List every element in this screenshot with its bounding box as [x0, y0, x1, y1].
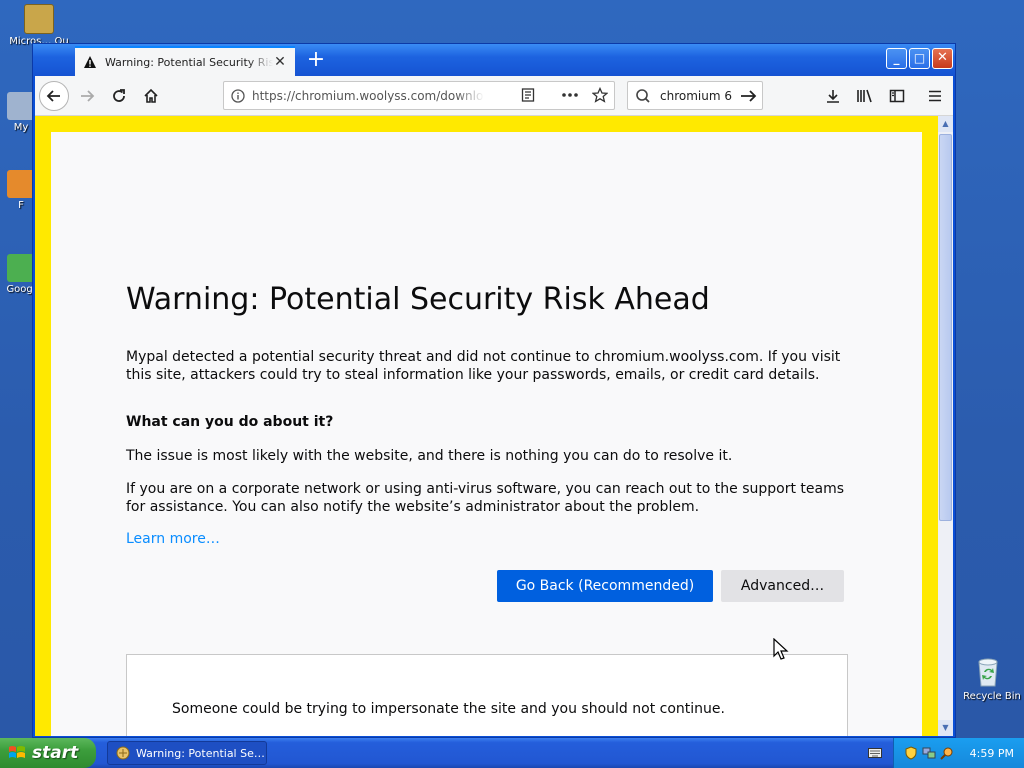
scroll-up-icon[interactable]: ▲ — [938, 116, 953, 132]
new-tab-button[interactable]: + — [303, 48, 329, 74]
desktop-icon-outlook[interactable]: Micros… Ou — [4, 4, 74, 47]
back-button[interactable] — [39, 81, 69, 111]
reader-view-icon[interactable] — [520, 87, 536, 103]
app-icon — [7, 170, 35, 198]
corporate-text: If you are on a corporate network or usi… — [126, 481, 845, 515]
url-text[interactable]: https://chromium.woolyss.com/download/ — [252, 89, 484, 103]
advanced-text: Someone could be trying to impersonate t… — [172, 701, 725, 717]
clock: 4:59 PM — [969, 746, 1014, 760]
page-viewport: Warning: Potential Security Risk Ahead M… — [35, 116, 938, 736]
desktop-icon-label: My — [13, 122, 29, 133]
what-heading: What can you do about it? — [126, 414, 334, 430]
arrow-left-icon — [46, 90, 60, 102]
navigation-toolbar: https://chromium.woolyss.com/download/ c… — [35, 76, 953, 116]
outlook-icon — [24, 4, 54, 34]
issue-text: The issue is most likely with the websit… — [126, 448, 733, 464]
error-card: Warning: Potential Security Risk Ahead M… — [51, 132, 922, 736]
desktop-icon-label: F — [18, 200, 24, 211]
library-button[interactable] — [851, 82, 879, 110]
search-input[interactable]: chromium 6 — [656, 89, 736, 103]
vertical-scrollbar[interactable]: ▲ ▼ — [938, 116, 953, 736]
forward-button[interactable] — [73, 82, 101, 110]
menu-button[interactable] — [921, 82, 949, 110]
advanced-panel: Someone could be trying to impersonate t… — [126, 654, 848, 736]
reload-button[interactable] — [105, 82, 133, 110]
tab-active[interactable]: Warning: Potential Security Risk Ahead ✕ — [75, 46, 295, 76]
arrow-right-icon — [81, 90, 95, 102]
desktop-icon-recycle-bin[interactable]: Recycle Bin — [952, 656, 1024, 702]
browser-app-icon — [116, 746, 130, 760]
keyboard-icon[interactable] — [868, 747, 882, 759]
magnifier-tray-icon[interactable] — [940, 746, 954, 760]
taskbar: start Warning: Potential Se… 4:59 PM — [0, 738, 1024, 768]
search-icon — [636, 88, 650, 103]
scrollbar-thumb[interactable] — [939, 134, 952, 521]
sidebar-button[interactable] — [883, 82, 911, 110]
scroll-down-icon[interactable]: ▼ — [938, 720, 953, 736]
maximize-button[interactable]: □ — [909, 48, 930, 69]
start-label: start — [32, 743, 79, 763]
minimize-button[interactable]: _ — [886, 48, 907, 69]
home-icon — [144, 88, 158, 103]
intro-text: Mypal detected a potential security thre… — [126, 349, 841, 383]
home-button[interactable] — [137, 82, 165, 110]
close-window-button[interactable]: ✕ — [932, 48, 953, 69]
url-bar[interactable]: https://chromium.woolyss.com/download/ — [223, 81, 615, 110]
library-icon — [857, 89, 872, 103]
search-bar[interactable]: chromium 6 — [627, 81, 763, 110]
title-bar[interactable]: Warning: Potential Security Risk Ahead ✕… — [33, 44, 955, 76]
close-tab-icon[interactable]: ✕ — [273, 54, 287, 70]
downloads-button[interactable] — [819, 82, 847, 110]
download-icon — [827, 90, 839, 103]
learn-more-link[interactable]: Learn more… — [126, 531, 220, 547]
mouse-cursor-icon — [773, 638, 789, 660]
start-button[interactable]: start — [0, 738, 96, 768]
browser-window: Warning: Potential Security Risk Ahead ✕… — [32, 43, 956, 738]
security-shield-icon[interactable] — [904, 746, 918, 760]
search-go-icon[interactable] — [736, 88, 762, 104]
recycle-bin-icon — [978, 658, 998, 687]
reload-icon — [113, 89, 125, 102]
computer-icon — [7, 92, 35, 120]
hamburger-menu-icon — [929, 90, 941, 102]
tab-title: Warning: Potential Security Risk Ahead — [105, 55, 273, 69]
sidebar-icon — [889, 89, 905, 103]
go-back-button[interactable]: Go Back (Recommended) — [497, 570, 713, 602]
warning-icon — [83, 55, 97, 69]
network-icon[interactable] — [922, 746, 936, 760]
windows-logo-icon — [9, 746, 25, 758]
taskbar-item-browser[interactable]: Warning: Potential Se… — [107, 741, 267, 765]
more-actions-icon[interactable] — [558, 87, 584, 103]
recycle-bin-label: Recycle Bin — [963, 691, 1021, 702]
page-title: Warning: Potential Security Risk Ahead — [126, 282, 710, 317]
google-icon — [7, 254, 35, 282]
system-tray: 4:59 PM — [893, 738, 1024, 768]
bookmark-star-icon[interactable] — [592, 87, 608, 103]
taskbar-item-label: Warning: Potential Se… — [136, 746, 265, 760]
info-icon[interactable] — [224, 88, 252, 103]
advanced-button[interactable]: Advanced… — [721, 570, 844, 602]
